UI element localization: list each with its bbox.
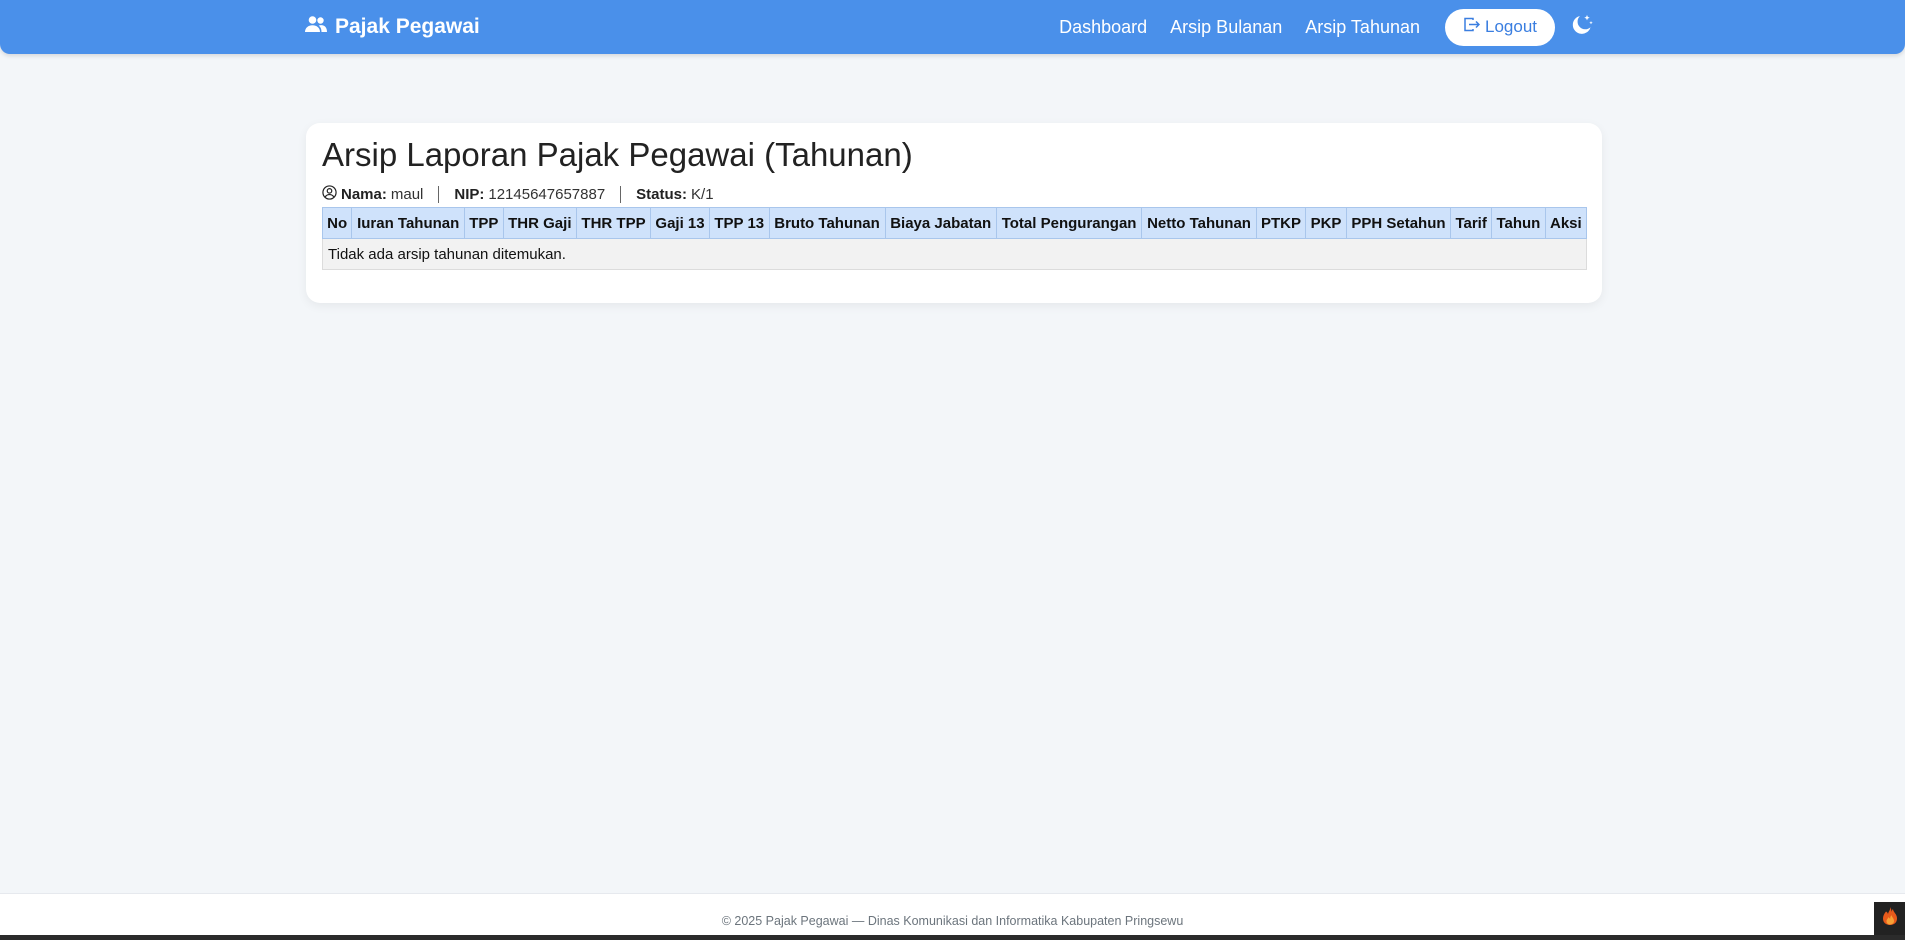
theme-toggle-button[interactable] [1569, 14, 1595, 40]
nav-links: Dashboard Arsip Bulanan Arsip Tahunan Lo… [1059, 8, 1595, 46]
table-row: Tidak ada arsip tahunan ditemukan. [322, 238, 1587, 270]
page-title: Arsip Laporan Pajak Pegawai (Tahunan) [322, 136, 913, 173]
column-header-tarif: Tarif [1450, 207, 1493, 239]
meta-divider [438, 186, 440, 203]
nama-label: Nama: [341, 186, 387, 203]
column-header-gaji-13: Gaji 13 [650, 207, 710, 239]
column-header-bruto-tahunan: Bruto Tahunan [768, 207, 886, 239]
column-header-thr-tpp: THR TPP [575, 207, 652, 239]
annual-archive-table: No Iuran Tahunan TPP THR Gaji THR TPP Ga… [321, 207, 1588, 270]
nip-label: NIP: [454, 186, 485, 203]
column-header-tpp-13: TPP 13 [709, 207, 770, 239]
column-header-netto-tahunan: Netto Tahunan [1141, 207, 1257, 239]
employee-meta: Nama: maul NIP: 12145647657887 Status: K… [322, 185, 714, 204]
corner-badge[interactable] [1874, 902, 1905, 935]
status-value: K/1 [691, 186, 714, 203]
flame-icon [1881, 906, 1899, 931]
column-header-tpp: TPP [464, 207, 504, 239]
column-header-biaya-jabatan: Biaya Jabatan [884, 207, 997, 239]
status-label: Status: [636, 186, 688, 203]
users-icon [305, 15, 327, 39]
brand-link[interactable]: Pajak Pegawai [305, 13, 480, 41]
column-header-pkp: PKP [1305, 207, 1347, 239]
logout-icon [1463, 16, 1481, 38]
footer-copyright: © 2025 Pajak Pegawai — Dinas Komunikasi … [721, 913, 1184, 928]
nip-value: 12145647657887 [488, 186, 606, 203]
navbar: Pajak Pegawai Dashboard Arsip Bulanan Ar… [0, 0, 1905, 54]
column-header-pph-setahun: PPH Setahun [1345, 207, 1452, 239]
nav-link-arsip-tahunan[interactable]: Arsip Tahunan [1305, 17, 1420, 38]
archive-card: Arsip Laporan Pajak Pegawai (Tahunan) Na… [306, 123, 1602, 303]
nav-link-arsip-bulanan[interactable]: Arsip Bulanan [1170, 17, 1282, 38]
column-header-ptkp: PTKP [1255, 207, 1307, 239]
table-header-row: No Iuran Tahunan TPP THR Gaji THR TPP Ga… [321, 207, 1588, 239]
logout-button[interactable]: Logout [1445, 8, 1555, 46]
nama-value: maul [390, 186, 424, 203]
column-header-iuran-tahunan: Iuran Tahunan [351, 207, 466, 239]
user-circle-icon [322, 185, 341, 204]
column-header-thr-gaji: THR Gaji [502, 207, 577, 239]
empty-table-message: Tidak ada arsip tahunan ditemukan. [322, 238, 1587, 270]
footer: © 2025 Pajak Pegawai — Dinas Komunikasi … [0, 893, 1905, 935]
moon-stars-icon [1570, 13, 1594, 42]
column-header-aksi: Aksi [1544, 207, 1588, 239]
nav-link-dashboard[interactable]: Dashboard [1059, 17, 1147, 38]
meta-divider [620, 186, 622, 203]
column-header-no: No [321, 207, 353, 239]
column-header-tahun: Tahun [1491, 207, 1546, 239]
logout-label: Logout [1485, 17, 1537, 36]
column-header-total-pengurangan: Total Pengurangan [995, 207, 1143, 239]
bottom-border [0, 935, 1905, 940]
brand-name: Pajak Pegawai [335, 15, 480, 38]
